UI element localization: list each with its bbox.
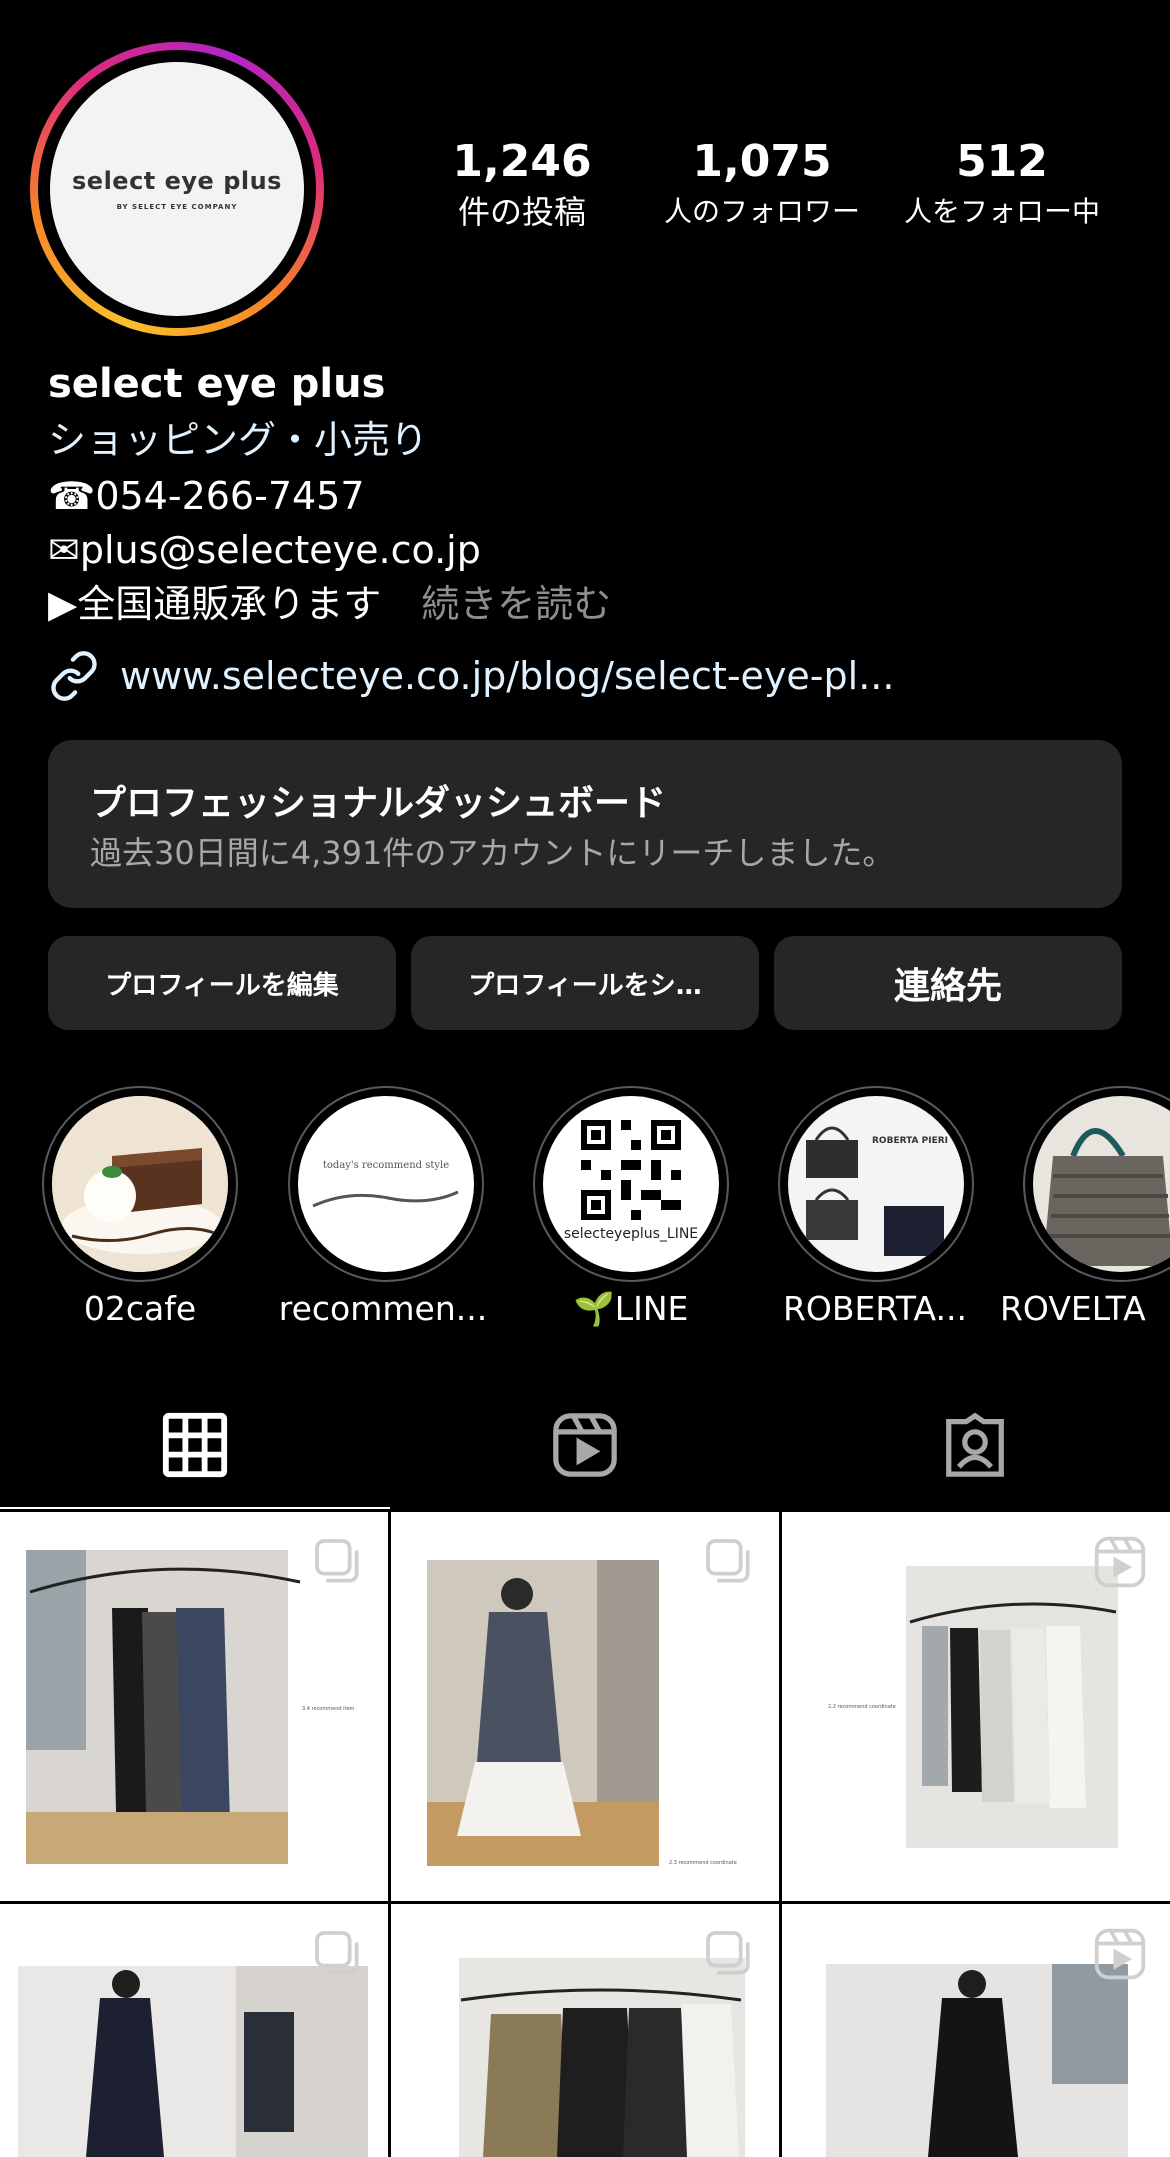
avatar[interactable]: select eye plus BY SELECT EYE COMPANY [50, 62, 304, 316]
profile-link[interactable]: www.selecteye.co.jp/blog/select-eye-pl..… [48, 650, 894, 702]
profile-bio-line: ▶全国通販承ります 続きを読む [48, 578, 611, 630]
reel-icon [1094, 1928, 1146, 1980]
followers-count-value: 1,075 [692, 136, 832, 187]
edit-profile-button[interactable]: プロフィールを編集 [48, 936, 396, 1030]
highlight-label: ROVELTA [1000, 1289, 1146, 1328]
link-icon [51, 651, 97, 701]
dashboard-subtitle: 過去30日間に4,391件のアカウントにリーチしました。 [90, 834, 895, 872]
qr-code-image [581, 1120, 681, 1220]
profile-name: select eye plus [48, 361, 386, 407]
profile-category[interactable]: ショッピング・小売り [48, 414, 428, 466]
followers-count[interactable]: 1,075 人のフォロワー [652, 132, 872, 232]
bags-image [806, 1126, 944, 1256]
following-count[interactable]: 512 人をフォロー中 [892, 132, 1112, 232]
highlight-label: ROBERTA... [783, 1289, 967, 1328]
cake-image [52, 1096, 228, 1272]
reels-icon[interactable] [550, 1410, 620, 1480]
highlight-cover-text: selecteyeplus_LINE [563, 1226, 699, 1242]
profile-email: ✉plus@selecteye.co.jp [48, 528, 481, 572]
highlight-line[interactable]: selecteyeplus_LINE [533, 1086, 729, 1282]
share-profile-button[interactable]: プロフィールをシ… [411, 936, 759, 1030]
reel-icon [1094, 1536, 1146, 1588]
tagged-icon[interactable] [940, 1410, 1010, 1480]
active-tab-indicator [0, 1507, 390, 1509]
posts-count-value: 1,246 [452, 136, 592, 187]
highlight-cover-text: today's recommend style [322, 1160, 450, 1171]
posts-count[interactable]: 1,246 件の投稿 [412, 132, 632, 232]
post-tile[interactable] [782, 1904, 1170, 2157]
post-tile[interactable]: 2.2 recommend coordinate [782, 1512, 1170, 1901]
post-tile[interactable]: 2.3 recommend coordinate [391, 1512, 779, 1901]
highlight-label: 02cafe [83, 1289, 197, 1328]
following-count-value: 512 [956, 136, 1048, 187]
highlight-cover: today's recommend style [298, 1096, 474, 1272]
post-tile[interactable]: 3.4 recommend item [0, 1512, 388, 1901]
highlight-cover: ROBERTA PIERI [788, 1096, 964, 1272]
dashboard-title: プロフェッショナルダッシュボード [90, 783, 667, 824]
post-caption: 2.3 recommend coordinate [669, 1860, 737, 1866]
profile-link-text: www.selecteye.co.jp/blog/select-eye-pl..… [120, 654, 895, 698]
read-more-link[interactable]: 続きを読む [421, 582, 611, 626]
professional-dashboard[interactable]: プロフェッショナルダッシュボード 過去30日間に4,391件のアカウントにリーチ… [48, 740, 1122, 908]
highlight-roberta[interactable]: ROBERTA PIERI [778, 1086, 974, 1282]
highlight-cover: selecteyeplus_LINE [543, 1096, 719, 1272]
avatar-logo-text: select eye plus [72, 167, 282, 195]
highlight-rovelta[interactable] [1023, 1086, 1170, 1282]
profile-phone: ☎054-266-7457 [48, 474, 365, 518]
brush-stroke-image [312, 1190, 459, 1208]
carousel-icon [706, 1931, 750, 1975]
highlight-02cafe[interactable] [42, 1086, 238, 1282]
post-tile[interactable] [0, 1904, 388, 2157]
bio-line-text: ▶全国通販承ります [48, 582, 382, 626]
followers-count-label: 人のフォロワー [663, 195, 860, 228]
carousel-icon [315, 1539, 359, 1583]
highlight-cover [52, 1096, 228, 1272]
highlight-label: 🌱LINE [573, 1289, 689, 1328]
avatar-logo-subtext: BY SELECT EYE COMPANY [116, 203, 238, 211]
highlight-recommend[interactable]: today's recommend style [288, 1086, 484, 1282]
highlight-label: recommen... [278, 1289, 488, 1328]
post-caption: 2.2 recommend coordinate [828, 1704, 896, 1710]
contact-button[interactable]: 連絡先 [774, 936, 1122, 1030]
post-caption: 3.4 recommend item [302, 1706, 355, 1712]
carousel-icon [315, 1931, 359, 1975]
post-tile[interactable] [391, 1904, 779, 2157]
carousel-icon [706, 1539, 750, 1583]
following-count-label: 人をフォロー中 [903, 195, 1100, 228]
posts-count-label: 件の投稿 [457, 193, 586, 231]
grid-icon[interactable] [160, 1410, 230, 1480]
